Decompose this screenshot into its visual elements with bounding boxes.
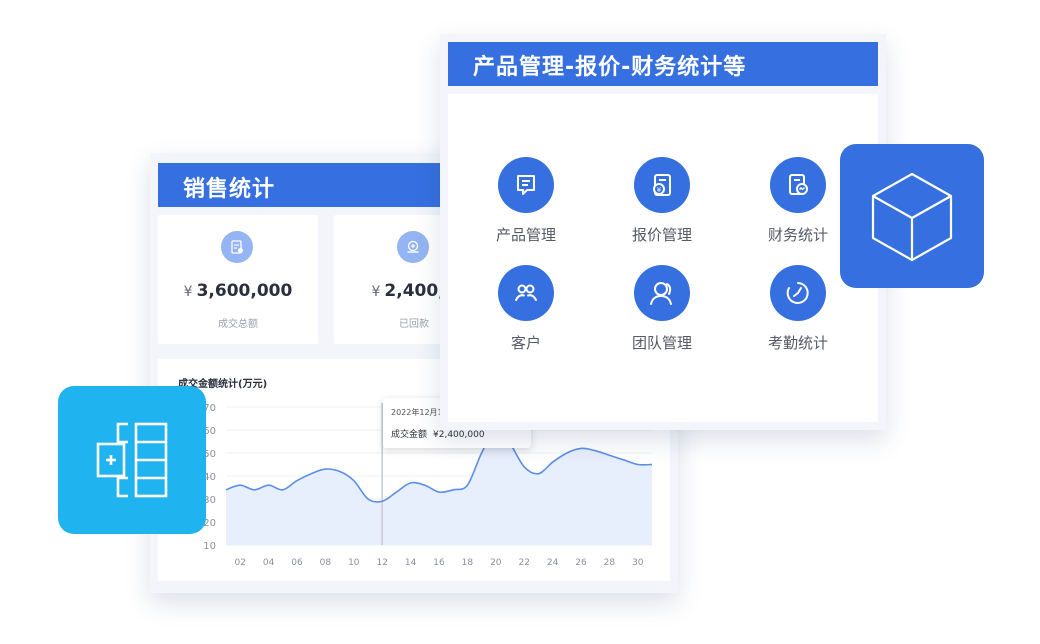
x-tick-label: 04 [263, 558, 275, 568]
module-label: 产品管理 [495, 226, 556, 244]
x-tick-label: 30 [632, 558, 644, 568]
product-panel: 产品管理-报价-财务统计等 产品管理 ¥ 报价管理 财务统计 客户 团队管理 考… [440, 34, 886, 430]
attendance-clock-icon [770, 265, 826, 321]
stat-label-total: 成交总额 [218, 319, 258, 330]
x-tick-label: 16 [433, 558, 445, 568]
module-attendance-stats[interactable]: 考勤统计 [746, 265, 850, 353]
module-product-management[interactable]: 产品管理 [474, 157, 578, 245]
module-quote-management[interactable]: ¥ 报价管理 [610, 157, 714, 245]
x-tick-label: 12 [376, 558, 387, 568]
module-label: 客户 [510, 334, 541, 352]
module-customer[interactable]: 客户 [474, 265, 578, 353]
x-tick-label: 10 [348, 558, 360, 568]
product-title: 产品管理-报价-财务统计等 [473, 55, 747, 80]
module-label: 考勤统计 [767, 334, 828, 352]
module-label: 财务统计 [767, 226, 828, 244]
x-tick-label: 20 [490, 558, 502, 568]
product-doc-icon [498, 157, 554, 213]
cube-tile[interactable] [840, 144, 984, 288]
document-icon [221, 231, 253, 263]
x-tick-label: 18 [462, 558, 474, 568]
x-tick-label: 22 [518, 558, 529, 568]
x-tick-label: 26 [575, 558, 587, 568]
stat-value-total: ¥3,600,000 [183, 281, 293, 301]
module-finance-stats[interactable]: 财务统计 [746, 157, 850, 245]
cube-icon [871, 172, 953, 262]
y-tick-label: 10 [203, 541, 216, 552]
team-icon [634, 265, 690, 321]
module-label: 团队管理 [631, 334, 692, 352]
x-tick-label: 02 [234, 558, 245, 568]
customer-icon [498, 265, 554, 321]
sales-title: 销售统计 [183, 177, 276, 202]
x-tick-label: 08 [320, 558, 332, 568]
module-label: 报价管理 [631, 226, 692, 244]
quote-icon: ¥ [634, 157, 690, 213]
module-grid: 产品管理 ¥ 报价管理 财务统计 客户 团队管理 考勤统计 [448, 94, 878, 422]
coin-icon [397, 231, 429, 263]
finance-stats-icon [770, 157, 826, 213]
svg-text:¥: ¥ [657, 186, 662, 194]
x-tick-label: 24 [547, 558, 559, 568]
stat-card-total[interactable]: ¥3,600,000 成交总额 [158, 215, 318, 344]
module-team-management[interactable]: 团队管理 [610, 265, 714, 353]
product-header: 产品管理-报价-财务统计等 [448, 42, 878, 86]
x-tick-label: 06 [291, 558, 303, 568]
x-tick-label: 14 [405, 558, 417, 568]
layout-tile[interactable] [58, 386, 206, 534]
x-tick-label: 28 [604, 558, 616, 568]
layout-builder-icon [96, 422, 168, 498]
